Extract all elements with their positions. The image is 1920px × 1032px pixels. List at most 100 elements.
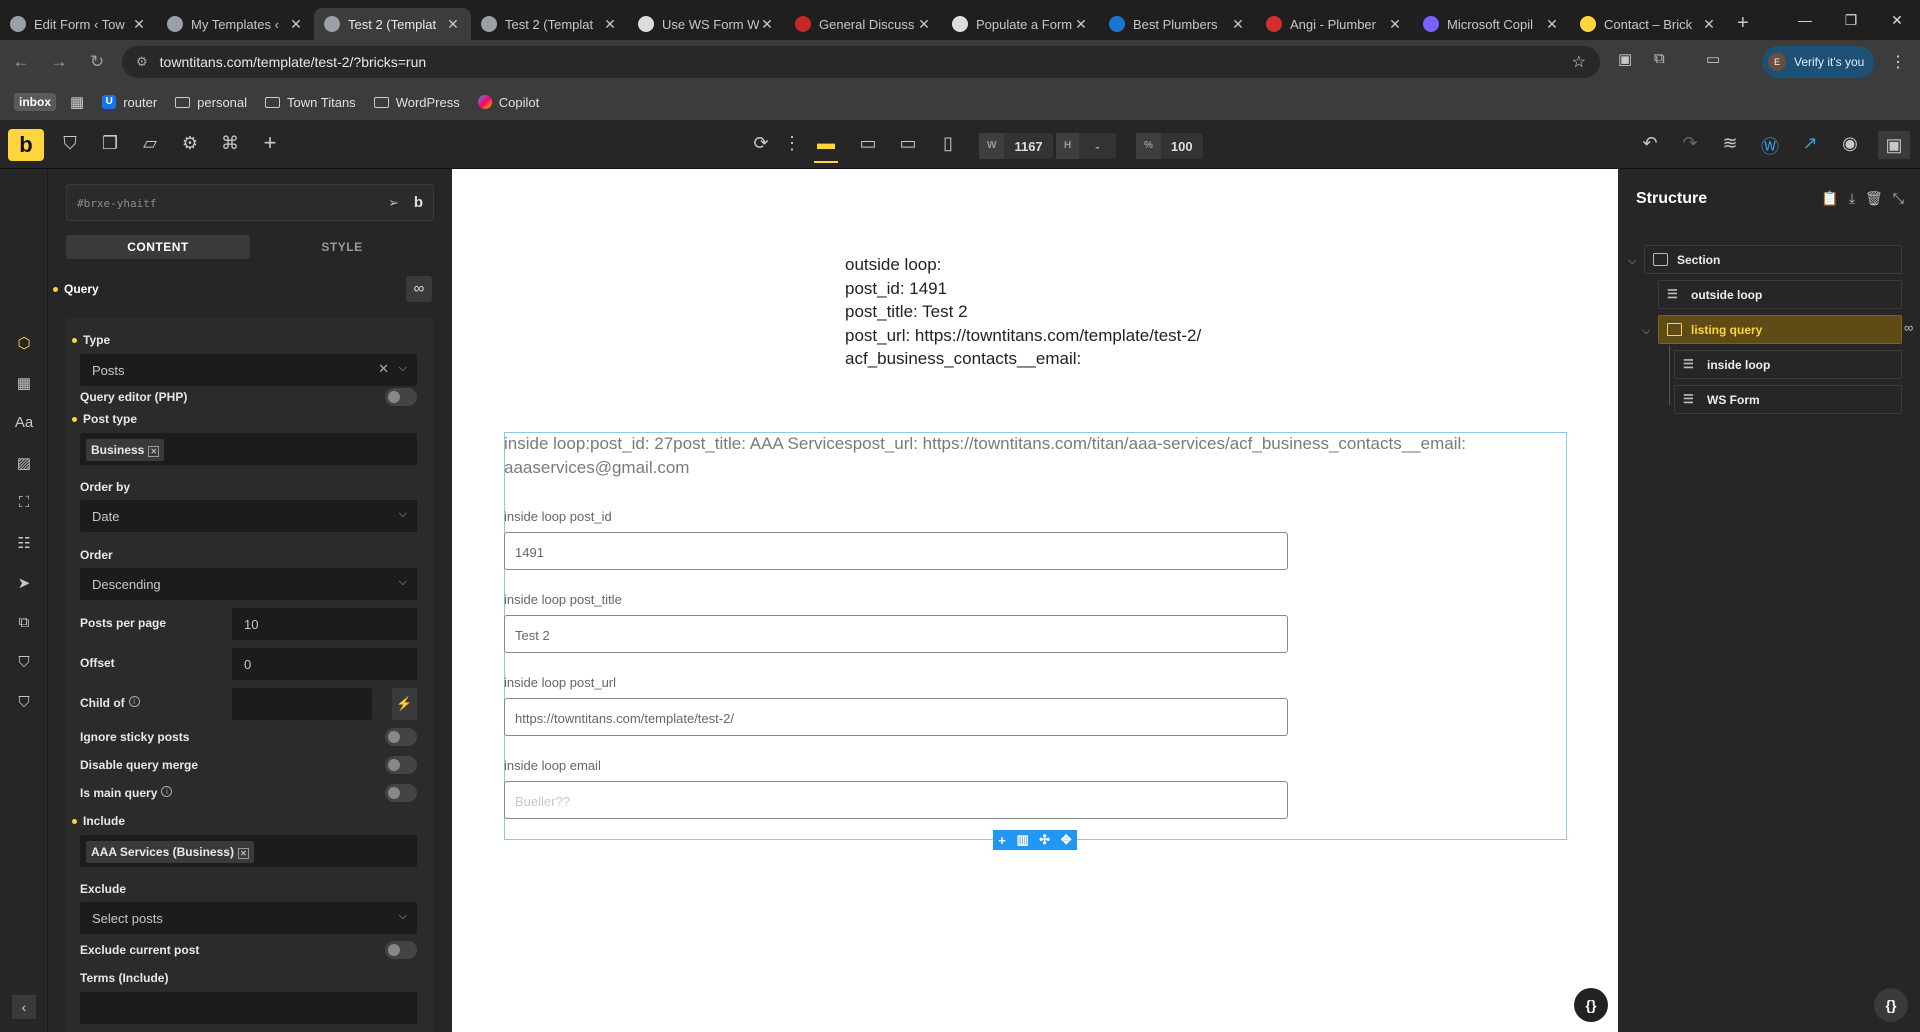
pointer-icon[interactable]: ➤ <box>12 574 36 592</box>
clear-icon[interactable]: ✕ <box>378 361 389 377</box>
width-value[interactable]: 1167 <box>1004 139 1052 154</box>
tab-close-icon[interactable]: ✕ <box>1701 16 1717 33</box>
height-control[interactable]: H - <box>1056 133 1116 159</box>
inside-loop-text[interactable]: inside loop:post_id: 27post_title: AAA S… <box>504 432 1504 480</box>
reload-icon[interactable]: ↻ <box>80 45 114 79</box>
child-of-input[interactable] <box>232 688 372 720</box>
email-input[interactable]: Bueller?? <box>504 781 1288 819</box>
maximize-icon[interactable]: ❐ <box>1828 0 1874 40</box>
profile-verify-button[interactable]: E Verify it's you <box>1762 46 1874 78</box>
browser-tab[interactable]: Edit Form ‹ Tow ✕ <box>0 8 157 40</box>
extension-icon[interactable]: ▣ <box>1618 50 1632 68</box>
post-type-select[interactable]: Business ✕ <box>80 433 417 465</box>
bookmark-inbox[interactable]: inbox <box>14 93 56 111</box>
info-icon[interactable]: i <box>161 786 173 797</box>
components-icon[interactable]: ⧉ <box>12 614 36 631</box>
bookmark-folder-personal[interactable]: personal <box>175 95 247 110</box>
download-icon[interactable]: ⤓ <box>1849 190 1855 207</box>
bookmark-folder-town-titans[interactable]: Town Titans <box>265 95 356 110</box>
browser-tab[interactable]: Best Plumbers ✕ <box>1099 8 1256 40</box>
exclude-select[interactable]: Select posts ⌵ <box>80 902 417 934</box>
close-window-icon[interactable]: ✕ <box>1874 0 1920 40</box>
tab-close-icon[interactable]: ✕ <box>602 16 618 33</box>
zoom-control[interactable]: % 100 <box>1136 133 1203 159</box>
tab-close-icon[interactable]: ✕ <box>1387 16 1403 33</box>
post-url-input[interactable]: https://towntitans.com/template/test-2/ <box>504 698 1288 736</box>
undo-icon[interactable]: ↶ <box>1638 133 1662 154</box>
is-main-query-toggle[interactable] <box>385 784 417 802</box>
move-horizontal-icon[interactable]: ✣ <box>1039 832 1050 848</box>
command-icon[interactable]: ⌘ <box>218 133 242 154</box>
browser-tab[interactable]: Microsoft Copil ✕ <box>1413 8 1570 40</box>
bookmark-copilot[interactable]: Copilot <box>477 95 539 110</box>
bricks-b-icon[interactable]: b <box>414 194 423 211</box>
exclude-current-toggle[interactable] <box>385 941 417 959</box>
columns-icon[interactable]: ▥ <box>1016 832 1028 848</box>
minimize-icon[interactable]: — <box>1782 0 1828 40</box>
bookmark-router[interactable]: Urouter <box>102 95 157 110</box>
sizing-icon[interactable]: ⛶ <box>12 494 36 511</box>
chevron-down-icon[interactable]: ⌵ <box>1628 255 1636 268</box>
tab-search-icon[interactable]: ▭ <box>1706 50 1720 68</box>
include-select[interactable]: AAA Services (Business) ✕ <box>80 835 417 867</box>
width-control[interactable]: W 1167 <box>979 133 1053 159</box>
typography-icon[interactable]: Aa <box>12 414 36 431</box>
browser-tab[interactable]: Use WS Form W ✕ <box>628 8 785 40</box>
browser-tab[interactable]: Contact – Brick ✕ <box>1570 8 1727 40</box>
info-icon[interactable]: i <box>128 696 140 707</box>
code-braces-icon[interactable]: {} <box>1874 988 1908 1022</box>
browser-tab[interactable]: Test 2 (Templat ✕ <box>314 8 471 40</box>
remove-chip-icon[interactable]: ✕ <box>148 446 160 457</box>
browser-tab[interactable]: Test 2 (Templat ✕ <box>471 8 628 40</box>
menu-kebab-icon[interactable]: ⋮ <box>1890 52 1906 72</box>
collapse-icon[interactable]: ⤡ <box>1893 190 1904 207</box>
tablet-breakpoint-icon[interactable]: ▭ <box>896 133 920 154</box>
add-element-icon[interactable]: + <box>258 130 282 156</box>
browser-tab[interactable]: Angi - Plumber ✕ <box>1256 8 1413 40</box>
settings-icon[interactable]: ⚙ <box>178 133 202 154</box>
list-icon[interactable]: ☷ <box>12 534 36 552</box>
collapse-panel-icon[interactable]: ‹ <box>12 995 36 1019</box>
tab-close-icon[interactable]: ✕ <box>445 16 461 33</box>
structure-node-inside-loop[interactable]: ☰ inside loop <box>1674 350 1902 379</box>
breakpoint-dots-icon[interactable]: ⋮ <box>780 133 804 154</box>
tab-content[interactable]: CONTENT <box>66 235 250 259</box>
structure-node-listing-query[interactable]: listing query <box>1658 315 1902 344</box>
ignore-sticky-toggle[interactable] <box>385 728 417 746</box>
offset-input[interactable]: 0 <box>232 648 417 680</box>
disable-merge-toggle[interactable] <box>385 756 417 774</box>
tab-close-icon[interactable]: ✕ <box>288 16 304 33</box>
refresh-icon[interactable]: ⟳ <box>749 133 773 154</box>
css-icon[interactable]: ⛉ <box>58 133 82 154</box>
puzzle-icon[interactable]: ⧉ <box>1654 50 1665 67</box>
url-field[interactable]: ⚙ towntitans.com/template/test-2/?bricks… <box>122 46 1600 78</box>
html-shield-icon[interactable]: ⛉ <box>12 694 36 711</box>
tab-close-icon[interactable]: ✕ <box>1544 16 1560 33</box>
cursor-icon[interactable]: ➢ <box>388 195 399 211</box>
tab-close-icon[interactable]: ✕ <box>1230 16 1246 33</box>
tab-close-icon[interactable]: ✕ <box>759 16 775 33</box>
trash-icon[interactable]: 🗑 <box>1865 190 1883 207</box>
wordpress-icon[interactable]: Ⓦ <box>1758 133 1782 159</box>
laptop-breakpoint-icon[interactable]: ▭ <box>856 133 880 154</box>
preview-eye-icon[interactable]: ◉ <box>1838 133 1862 154</box>
desktop-breakpoint-icon[interactable]: ▬ <box>814 133 838 163</box>
add-icon[interactable]: + <box>998 833 1006 848</box>
browser-tab[interactable]: My Templates ‹ ✕ <box>157 8 314 40</box>
type-select[interactable]: Posts ✕ ⌵ <box>80 354 417 386</box>
css-shield-icon[interactable]: ⛉ <box>12 654 36 671</box>
pages-icon[interactable]: ❐ <box>98 133 122 154</box>
forward-icon[interactable]: → <box>42 45 76 79</box>
bricks-logo[interactable]: b <box>8 129 44 161</box>
bookmark-star-icon[interactable]: ☆ <box>1572 52 1586 72</box>
bookmark-folder-wordpress[interactable]: WordPress <box>373 95 460 110</box>
element-id-field[interactable]: #brxe-yhaitf ➢ b <box>66 184 434 221</box>
outside-loop-text[interactable]: outside loop: post_id: 1491 post_title: … <box>845 253 1201 371</box>
redo-icon[interactable]: ↷ <box>1678 133 1702 154</box>
folder-icon[interactable]: ▱ <box>138 133 162 154</box>
query-editor-toggle[interactable] <box>385 388 417 406</box>
external-link-icon[interactable]: ↗ <box>1798 133 1822 154</box>
tab-close-icon[interactable]: ✕ <box>1073 16 1089 33</box>
basic-elements-icon[interactable]: ⬡ <box>12 334 36 352</box>
new-tab-icon[interactable]: + <box>1737 12 1749 35</box>
